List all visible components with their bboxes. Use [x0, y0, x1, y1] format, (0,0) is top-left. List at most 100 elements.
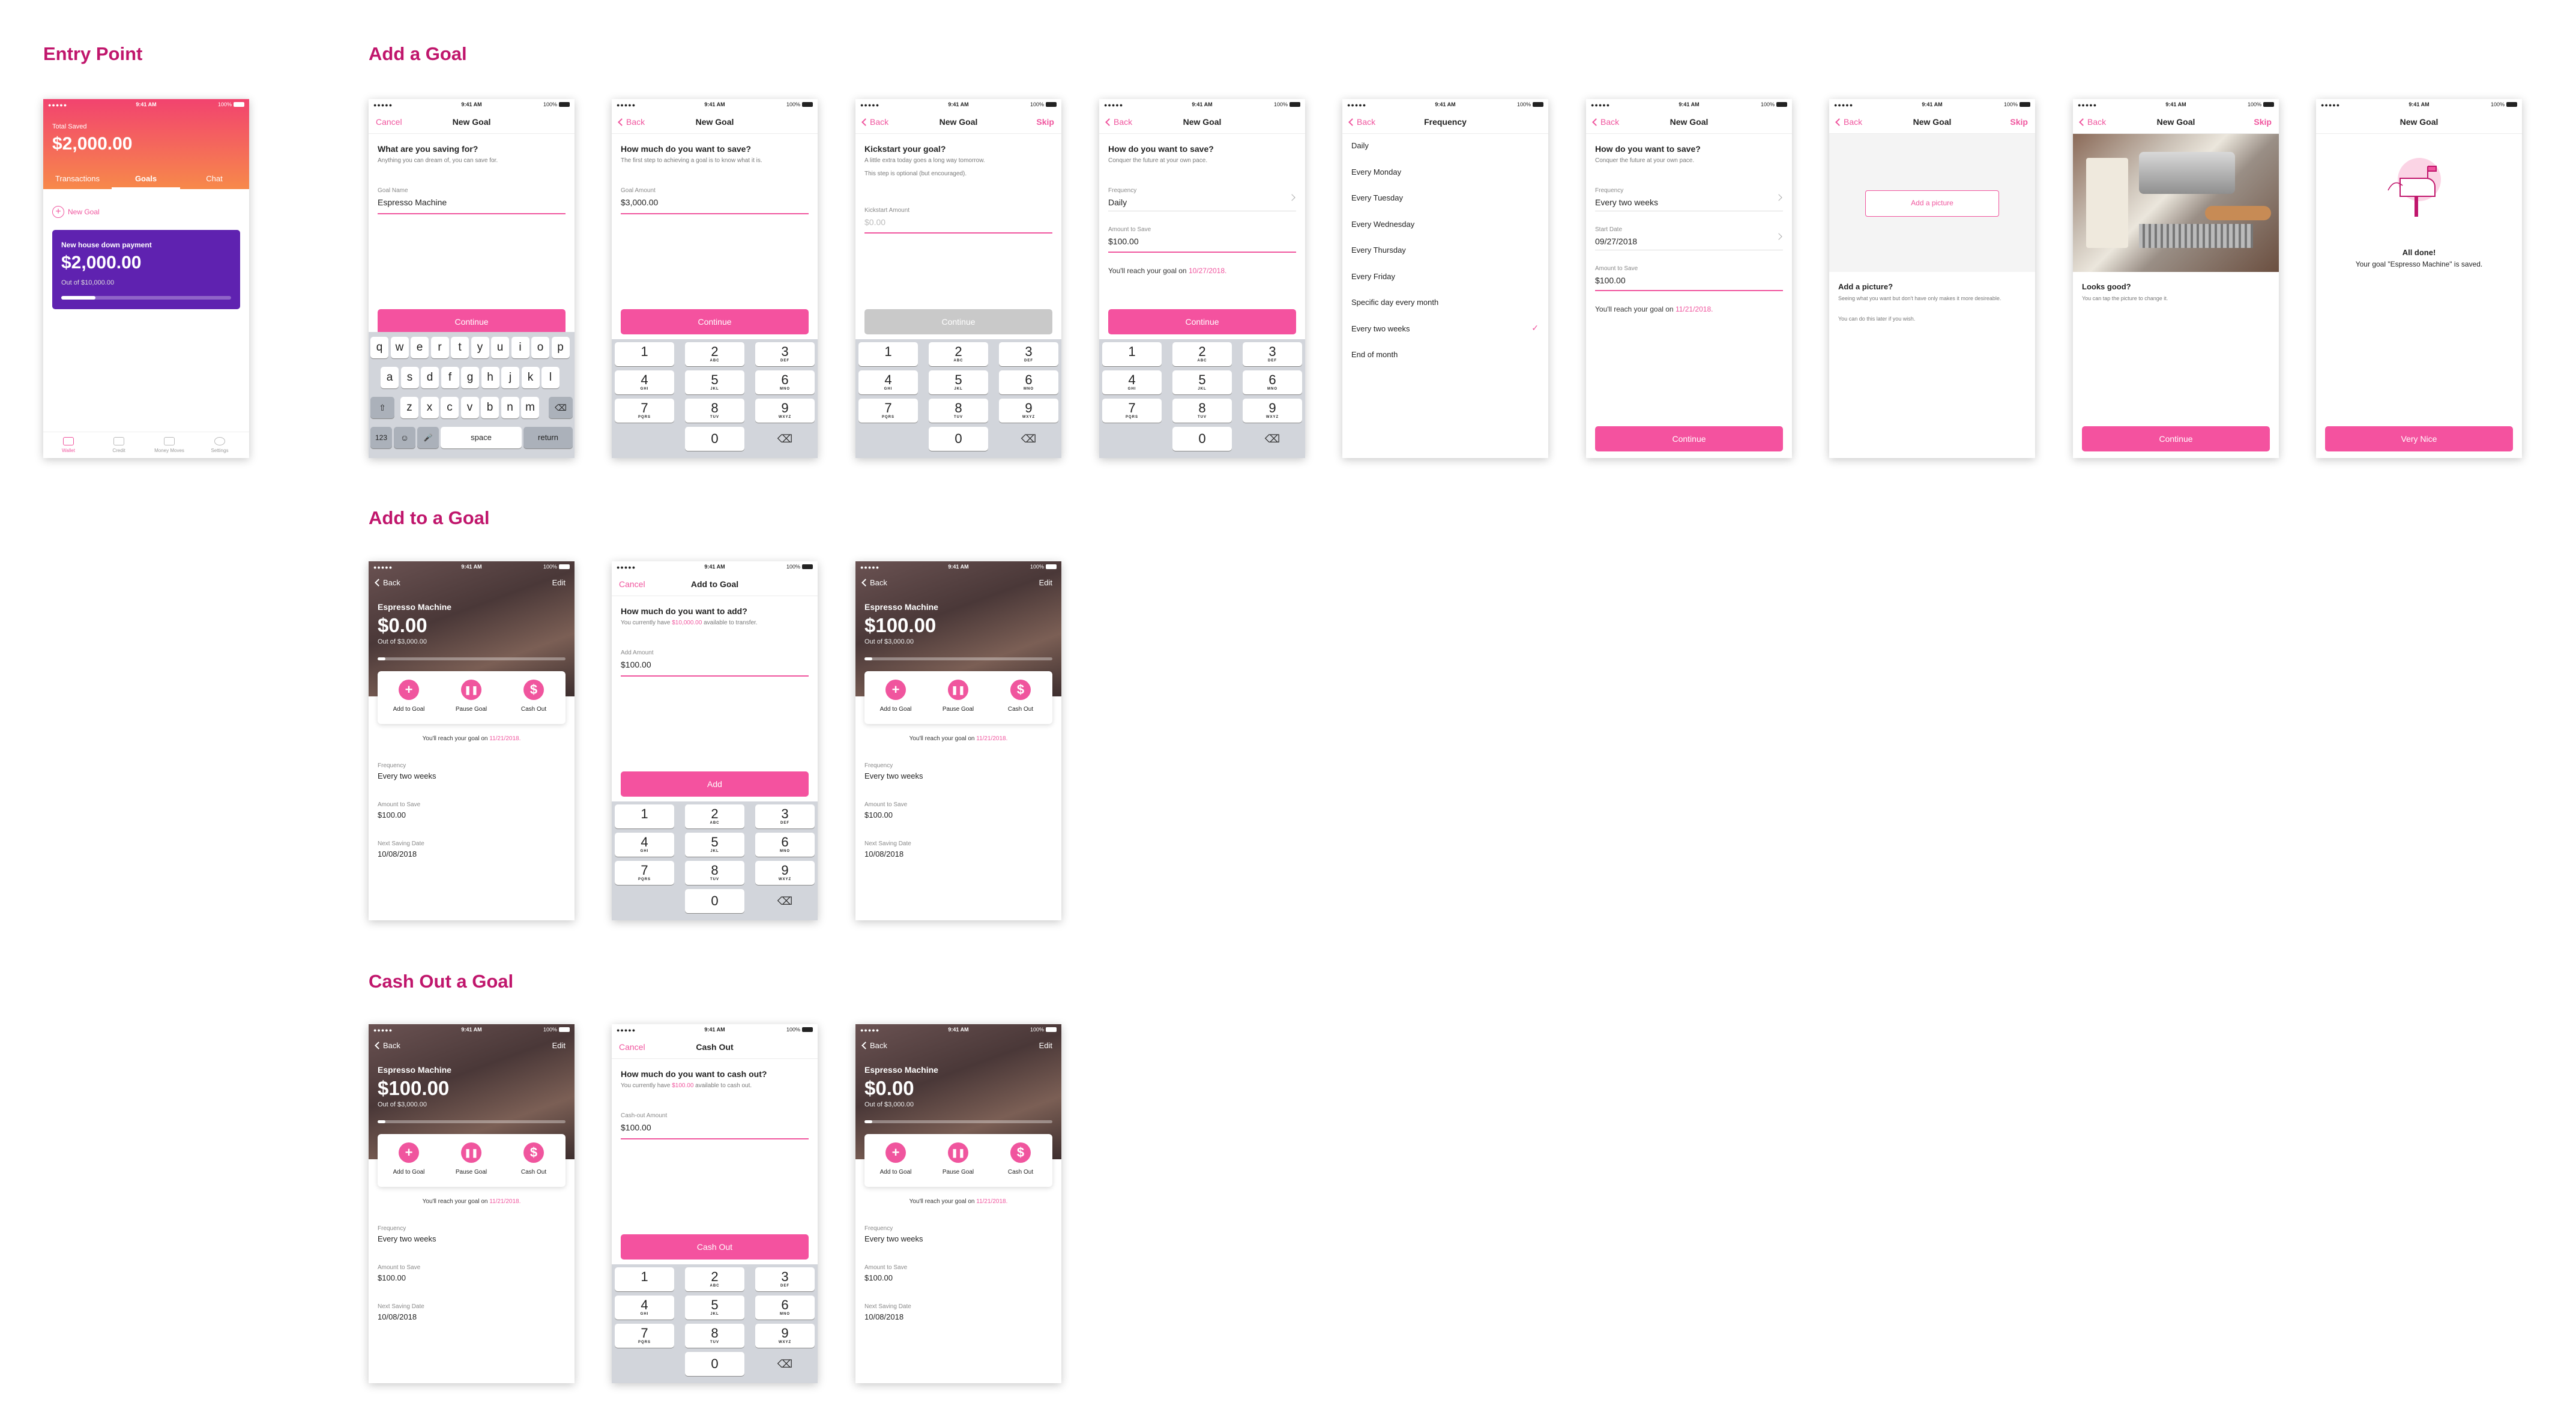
pause-goal-button[interactable]: ❚❚ Pause Goal: [440, 1142, 502, 1175]
shift-key-icon[interactable]: ⇧: [370, 397, 394, 418]
key-v[interactable]: v: [460, 397, 479, 418]
key-8[interactable]: 8 TUV: [929, 399, 988, 423]
key-j[interactable]: j: [501, 367, 519, 388]
frequency-option[interactable]: Specific day every month: [1351, 298, 1438, 307]
add-to-goal-button[interactable]: + Add to Goal: [864, 1142, 927, 1175]
key-2[interactable]: 2 ABC: [685, 1267, 744, 1291]
key-y[interactable]: y: [471, 337, 489, 358]
key-4[interactable]: 4 GHI: [615, 833, 674, 857]
key-4[interactable]: 4 GHI: [858, 370, 918, 394]
key-c[interactable]: c: [441, 397, 459, 418]
continue-button[interactable]: Continue: [2082, 426, 2270, 451]
key-1[interactable]: 1: [615, 804, 674, 828]
key-5[interactable]: 5 JKL: [685, 833, 744, 857]
key-b[interactable]: b: [481, 397, 499, 418]
key-l[interactable]: l: [541, 367, 560, 388]
key-8[interactable]: 8 TUV: [685, 861, 744, 885]
frequency-option[interactable]: Every two weeks: [1351, 324, 1410, 333]
key-e[interactable]: e: [411, 337, 429, 358]
key-p[interactable]: p: [551, 337, 570, 358]
key-3[interactable]: 3 DEF: [999, 342, 1058, 366]
key-n[interactable]: n: [501, 397, 519, 418]
add-picture-button[interactable]: Add a picture: [1865, 190, 1999, 217]
key-8[interactable]: 8 TUV: [1172, 399, 1232, 423]
tab-chat[interactable]: Chat: [180, 170, 249, 189]
key-z[interactable]: z: [400, 397, 418, 418]
key-i[interactable]: i: [511, 337, 529, 358]
tab-transactions[interactable]: Transactions: [43, 170, 112, 189]
key-5[interactable]: 5 JKL: [1172, 370, 1232, 394]
pause-goal-button[interactable]: ❚❚ Pause Goal: [440, 680, 502, 713]
key-6[interactable]: 6 MNO: [1243, 370, 1302, 394]
key-s[interactable]: s: [400, 367, 419, 388]
tabbar-credit[interactable]: Credit: [100, 432, 138, 458]
key-7[interactable]: 7 PQRS: [615, 861, 674, 885]
key-9[interactable]: 9 WXYZ: [1243, 399, 1302, 423]
frequency-select[interactable]: Daily: [1108, 198, 1127, 207]
key-k[interactable]: k: [521, 367, 540, 388]
add-amount-input[interactable]: $100.00: [621, 660, 651, 669]
tabbar-wallet[interactable]: Wallet: [49, 432, 88, 458]
add-to-goal-button[interactable]: + Add to Goal: [378, 1142, 440, 1175]
kickstart-input[interactable]: $0.00: [864, 217, 885, 227]
key-q[interactable]: q: [370, 337, 388, 358]
edit-button[interactable]: Edit: [1039, 1041, 1052, 1050]
key-g[interactable]: g: [461, 367, 479, 388]
start-date-select[interactable]: 09/27/2018: [1595, 237, 1637, 246]
edit-button[interactable]: Edit: [552, 1041, 566, 1050]
frequency-option[interactable]: Every Tuesday: [1351, 193, 1403, 202]
back-button[interactable]: Back: [375, 1041, 400, 1050]
key-1[interactable]: 1: [615, 1267, 674, 1291]
numbers-key[interactable]: 123: [370, 427, 392, 448]
key-0[interactable]: 0: [929, 427, 988, 451]
key-w[interactable]: w: [390, 337, 409, 358]
frequency-option[interactable]: Every Friday: [1351, 272, 1395, 281]
key-9[interactable]: 9 WXYZ: [755, 399, 815, 423]
cash-out-button[interactable]: $ Cash Out: [502, 1142, 565, 1175]
key-1[interactable]: 1: [615, 342, 674, 366]
frequency-option[interactable]: Daily: [1351, 141, 1369, 150]
edit-button[interactable]: Edit: [552, 578, 566, 587]
key-5[interactable]: 5 JKL: [685, 1296, 744, 1320]
space-key[interactable]: space: [441, 427, 522, 448]
frequency-option[interactable]: Every Wednesday: [1351, 220, 1414, 229]
very-nice-button[interactable]: Very Nice: [2325, 426, 2513, 451]
key-3[interactable]: 3 DEF: [755, 804, 815, 828]
key-1[interactable]: 1: [1102, 342, 1162, 366]
continue-button[interactable]: Continue: [621, 309, 809, 334]
key-3[interactable]: 3 DEF: [755, 342, 815, 366]
tab-goals[interactable]: Goals: [112, 170, 180, 189]
key-4[interactable]: 4 GHI: [615, 1296, 674, 1320]
cash-out-button[interactable]: $ Cash Out: [502, 680, 565, 713]
add-to-goal-button[interactable]: + Add to Goal: [864, 680, 927, 713]
key-f[interactable]: f: [441, 367, 459, 388]
key-0[interactable]: 0: [685, 427, 744, 451]
delete-key-icon[interactable]: ⌫: [755, 427, 815, 451]
key-o[interactable]: o: [531, 337, 549, 358]
key-2[interactable]: 2 ABC: [1172, 342, 1232, 366]
frequency-option[interactable]: End of month: [1351, 350, 1398, 359]
key-5[interactable]: 5 JKL: [685, 370, 744, 394]
cash-out-button[interactable]: $ Cash Out: [989, 1142, 1052, 1175]
back-button[interactable]: Back: [861, 1041, 887, 1050]
add-button[interactable]: Add: [621, 771, 809, 797]
skip-button[interactable]: Skip: [1036, 117, 1054, 127]
back-button[interactable]: Back: [861, 578, 887, 587]
back-button[interactable]: Back: [375, 578, 400, 587]
key-0[interactable]: 0: [685, 1352, 744, 1376]
skip-button[interactable]: Skip: [2010, 117, 2028, 127]
key-2[interactable]: 2 ABC: [929, 342, 988, 366]
key-1[interactable]: 1: [858, 342, 918, 366]
key-m[interactable]: m: [521, 397, 539, 418]
cash-out-button[interactable]: $ Cash Out: [989, 680, 1052, 713]
pause-goal-button[interactable]: ❚❚ Pause Goal: [927, 1142, 989, 1175]
key-9[interactable]: 9 WXYZ: [999, 399, 1058, 423]
key-6[interactable]: 6 MNO: [755, 370, 815, 394]
delete-key-icon[interactable]: ⌫: [999, 427, 1058, 451]
cash-out-button[interactable]: Cash Out: [621, 1234, 809, 1260]
key-3[interactable]: 3 DEF: [755, 1267, 815, 1291]
goal-amount-input[interactable]: $3,000.00: [621, 198, 658, 207]
frequency-select[interactable]: Every two weeks: [1595, 198, 1658, 207]
key-8[interactable]: 8 TUV: [685, 399, 744, 423]
continue-button[interactable]: Continue: [1595, 426, 1783, 451]
